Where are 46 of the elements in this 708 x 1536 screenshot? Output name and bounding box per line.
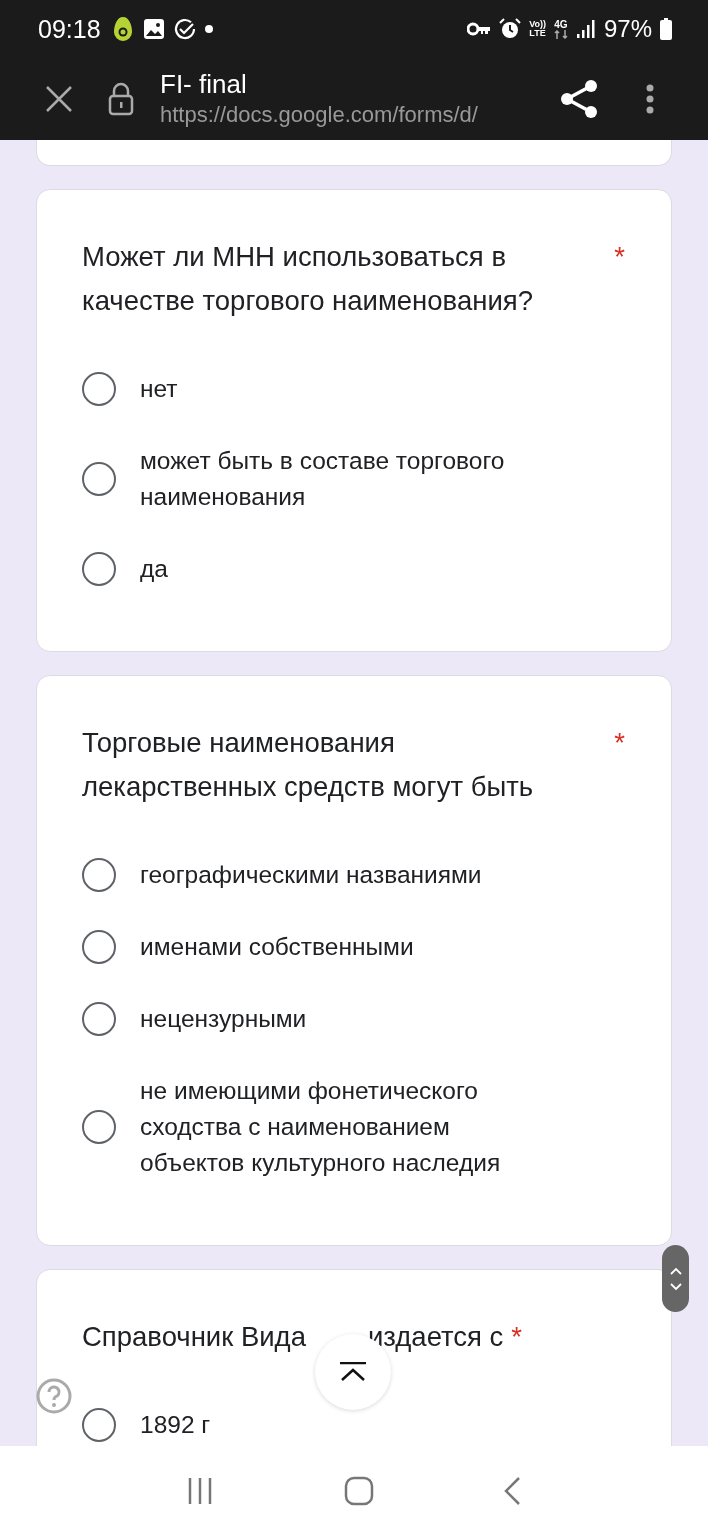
signal-icon (575, 19, 596, 39)
question-text: издается с (367, 1320, 504, 1354)
radio-button[interactable] (82, 1110, 116, 1144)
image-icon (142, 18, 165, 40)
page-title: FI- final (160, 68, 248, 100)
radio-button[interactable] (82, 858, 116, 892)
option-label[interactable]: может быть в составе торгового наименования (140, 443, 560, 515)
battery-percent: 97% (603, 15, 652, 43)
chevron-up-bar-icon (339, 1362, 367, 1382)
required-asterisk: * (614, 240, 625, 274)
alarm-icon (499, 18, 522, 40)
radio-button[interactable] (82, 372, 116, 406)
volte-label: Vo)) LTE (529, 20, 546, 38)
radio-button[interactable] (82, 1408, 116, 1442)
share-icon[interactable] (560, 79, 598, 119)
option-label[interactable]: нет (140, 371, 178, 407)
option-label[interactable]: нецензурными (140, 1001, 307, 1037)
close-icon[interactable] (44, 84, 74, 114)
required-asterisk: * (511, 1320, 523, 1354)
option-label[interactable]: географическими названиями (140, 857, 482, 893)
chevron-up-icon (669, 1266, 682, 1275)
radio-button[interactable] (82, 930, 116, 964)
battery-icon (660, 18, 672, 40)
radio-button[interactable] (82, 1002, 116, 1036)
clock-time: 09:18 (38, 14, 101, 44)
check-circle-icon (172, 17, 197, 41)
dot-icon (204, 25, 213, 33)
question-text: Может ли МНН использоваться в качестве торгового наименования? (82, 240, 534, 318)
required-asterisk: * (614, 726, 625, 760)
option-label[interactable]: не имеющими фонетического сходства с наименованием объектов культурного наследия (140, 1073, 560, 1181)
question-text: Справочник Вида (82, 1320, 306, 1354)
key-icon (467, 22, 492, 36)
option-label[interactable]: именами собственными (140, 929, 414, 965)
option-label[interactable]: да (140, 551, 168, 587)
home-icon[interactable] (344, 1476, 374, 1506)
chevron-down-icon (669, 1282, 682, 1291)
network-label: 4G (554, 19, 568, 30)
more-icon[interactable] (646, 84, 654, 114)
question-text: Торговые наименования лекарственных средств могут быть (82, 726, 535, 804)
radio-button[interactable] (82, 462, 116, 496)
lock-icon[interactable] (108, 82, 134, 116)
option-label[interactable]: 1892 г (140, 1407, 211, 1443)
data-arrows-icon (553, 29, 568, 39)
radio-button[interactable] (82, 552, 116, 586)
page-url[interactable]: https://docs.google.com/forms/d/ (160, 100, 542, 130)
scroll-handle[interactable] (662, 1245, 689, 1312)
